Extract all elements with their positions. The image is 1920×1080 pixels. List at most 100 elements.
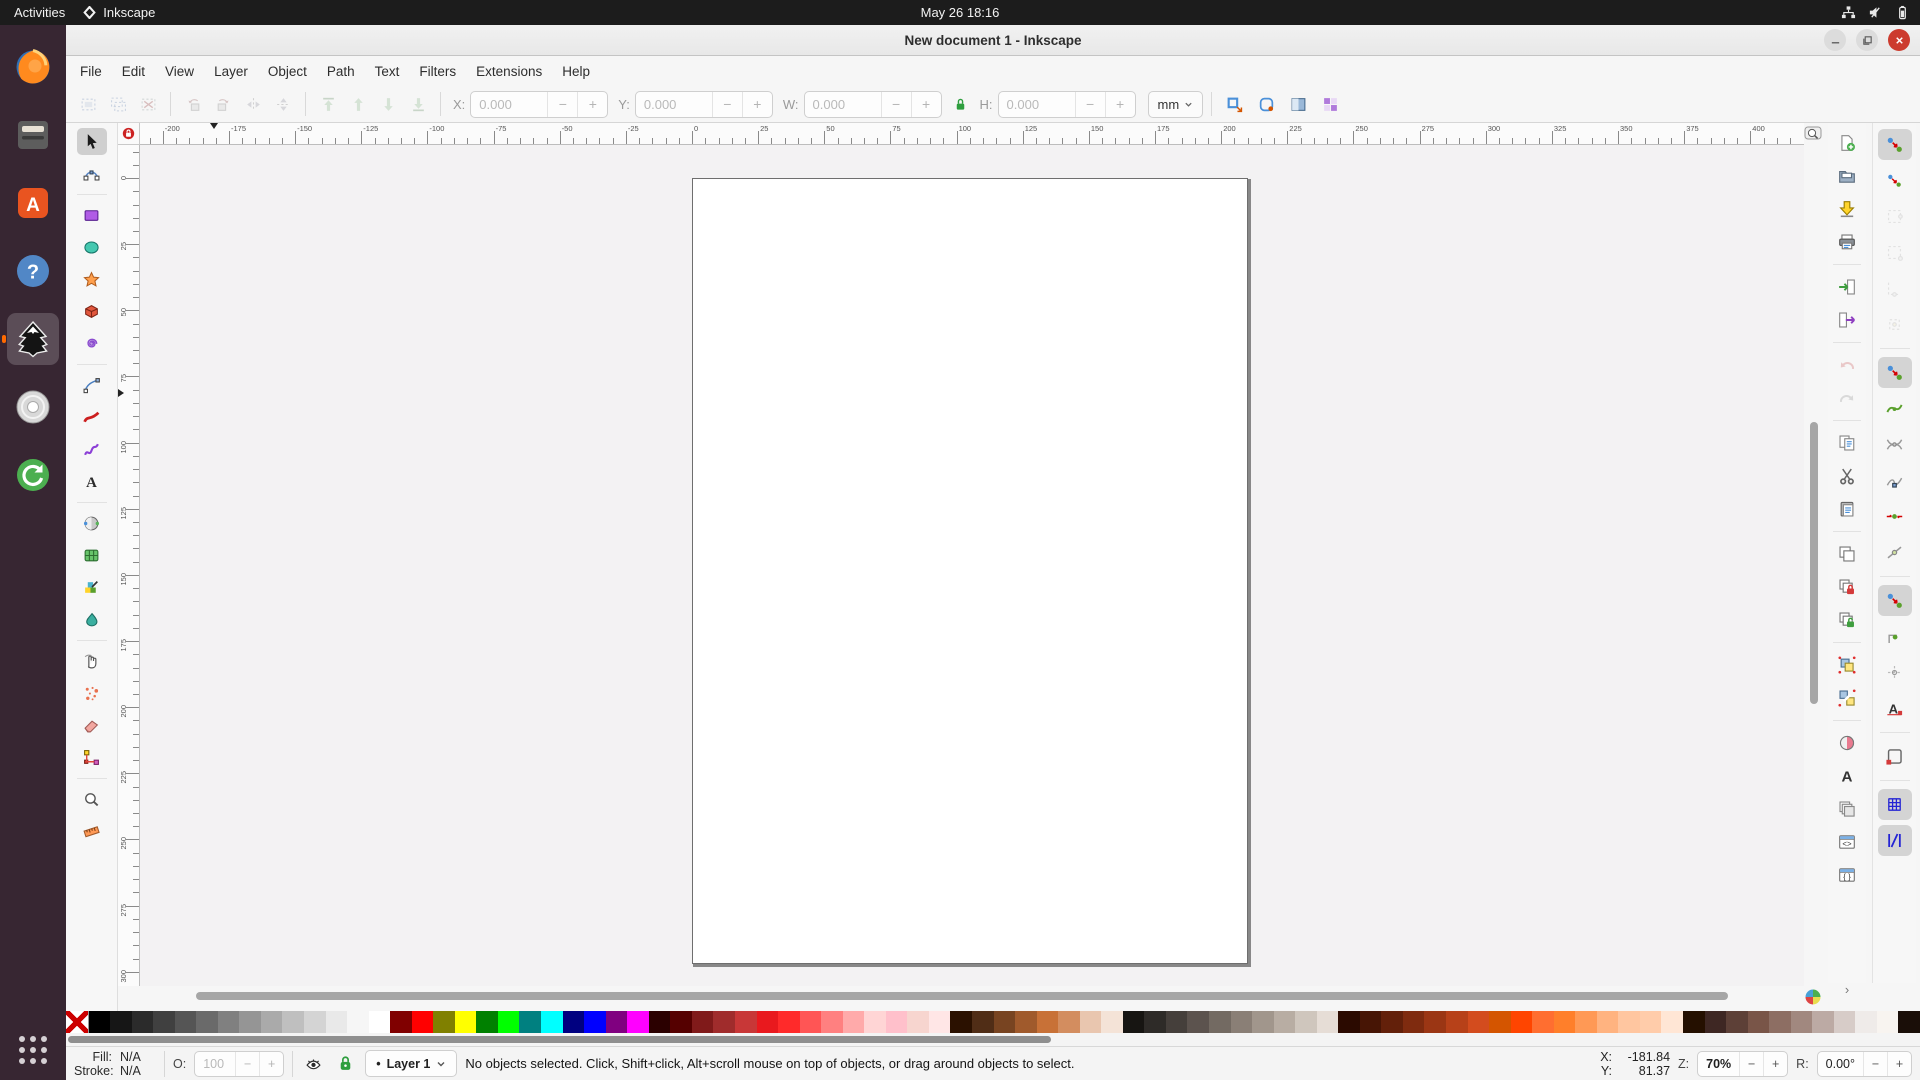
copy-button[interactable]	[1832, 429, 1862, 457]
redo-button[interactable]	[1832, 384, 1862, 412]
palette-swatch[interactable]	[1532, 1011, 1554, 1033]
tool-box-3d[interactable]	[77, 298, 107, 325]
app-menu[interactable]: Inkscape	[83, 5, 155, 20]
palette-swatch[interactable]	[800, 1011, 822, 1033]
tool-zoom[interactable]	[77, 786, 107, 813]
snap-guides-toggle[interactable]	[1878, 825, 1912, 856]
save-button[interactable]	[1832, 195, 1862, 223]
menu-filters[interactable]: Filters	[409, 59, 466, 84]
new-document-button[interactable]	[1832, 129, 1862, 157]
palette-swatch[interactable]	[843, 1011, 865, 1033]
rotate-ccw-button[interactable]	[179, 90, 207, 118]
activities-button[interactable]: Activities	[14, 5, 65, 20]
tool-selector[interactable]	[77, 128, 107, 155]
palette-swatch[interactable]	[1274, 1011, 1296, 1033]
lower-to-bottom-button[interactable]	[404, 90, 432, 118]
menu-extensions[interactable]: Extensions	[466, 59, 552, 84]
quick-zoom-button[interactable]	[1804, 124, 1822, 142]
palette-swatch[interactable]	[326, 1011, 348, 1033]
dock-item-ubuntu-software[interactable]: A	[7, 177, 59, 229]
tool-text[interactable]: A	[77, 468, 107, 495]
palette-swatch[interactable]	[390, 1011, 412, 1033]
vertical-scrollbar[interactable]	[1808, 145, 1820, 986]
height-increment-button[interactable]: +	[1105, 92, 1135, 117]
color-managed-view-toggle[interactable]	[1804, 988, 1822, 1006]
palette-swatch[interactable]	[1123, 1011, 1145, 1033]
palette-swatch[interactable]	[929, 1011, 951, 1033]
palette-swatch[interactable]	[1748, 1011, 1770, 1033]
menu-edit[interactable]: Edit	[112, 59, 155, 84]
snap-path-intersections-toggle[interactable]	[1878, 429, 1912, 460]
palette-swatch[interactable]	[1575, 1011, 1597, 1033]
palette-swatch-none[interactable]	[66, 1011, 89, 1033]
create-clone-button[interactable]	[1832, 573, 1862, 601]
zoom-increment-button[interactable]: +	[1763, 1052, 1787, 1076]
palette-swatch[interactable]	[821, 1011, 843, 1033]
snap-others-toggle[interactable]	[1878, 585, 1912, 616]
palette-swatch[interactable]	[713, 1011, 735, 1033]
dock-item-firefox[interactable]	[7, 41, 59, 93]
palette-swatch[interactable]	[89, 1011, 111, 1033]
palette-swatch[interactable]	[1511, 1011, 1533, 1033]
palette-swatch[interactable]	[239, 1011, 261, 1033]
print-button[interactable]	[1832, 228, 1862, 256]
palette-swatch[interactable]	[649, 1011, 671, 1033]
move-patterns-toggle[interactable]	[1316, 90, 1344, 118]
palette-swatch[interactable]	[1705, 1011, 1727, 1033]
layers-dialog-button[interactable]	[1832, 795, 1862, 823]
x-input[interactable]: 0.000	[471, 92, 547, 117]
palette-swatch[interactable]	[563, 1011, 585, 1033]
minimize-button[interactable]	[1824, 29, 1846, 51]
palette-swatch[interactable]	[886, 1011, 908, 1033]
zoom-decrement-button[interactable]: −	[1739, 1052, 1763, 1076]
close-button[interactable]	[1888, 29, 1910, 51]
dock-item-files[interactable]	[7, 109, 59, 161]
canvas[interactable]	[140, 145, 1804, 986]
paste-button[interactable]	[1832, 495, 1862, 523]
palette-swatch[interactable]	[1554, 1011, 1576, 1033]
dock-item-help[interactable]: ?	[7, 245, 59, 297]
unlink-clone-button[interactable]	[1832, 606, 1862, 634]
dock-item-media-player[interactable]	[7, 381, 59, 433]
page[interactable]	[692, 178, 1248, 964]
palette-swatch[interactable]	[196, 1011, 218, 1033]
palette-swatch[interactable]	[1424, 1011, 1446, 1033]
height-input[interactable]: 0.000	[999, 92, 1075, 117]
palette-swatch[interactable]	[1144, 1011, 1166, 1033]
horizontal-scrollbar[interactable]	[140, 987, 1804, 1005]
palette-swatch[interactable]	[476, 1011, 498, 1033]
palette-swatch[interactable]	[153, 1011, 175, 1033]
menu-view[interactable]: View	[155, 59, 204, 84]
menu-help[interactable]: Help	[552, 59, 600, 84]
palette-swatch[interactable]	[498, 1011, 520, 1033]
palette-swatch[interactable]	[1661, 1011, 1683, 1033]
palette-swatch[interactable]	[1403, 1011, 1425, 1033]
title-bar[interactable]: New document 1 - Inkscape	[66, 25, 1920, 56]
palette-swatch[interactable]	[1791, 1011, 1813, 1033]
palette-swatch[interactable]	[261, 1011, 283, 1033]
palette-swatch[interactable]	[864, 1011, 886, 1033]
menu-object[interactable]: Object	[258, 59, 317, 84]
snap-text-baseline-toggle[interactable]: A	[1878, 693, 1912, 724]
palette-swatch[interactable]	[606, 1011, 628, 1033]
palette-swatch[interactable]	[1058, 1011, 1080, 1033]
xml-editor-button[interactable]: <>	[1832, 828, 1862, 856]
snap-paths-toggle[interactable]	[1878, 393, 1912, 424]
ungroup-button[interactable]	[1832, 684, 1862, 712]
palette-swatch[interactable]	[1618, 1011, 1640, 1033]
x-increment-button[interactable]: +	[577, 92, 607, 117]
fill-stroke-dialog-button[interactable]	[1832, 729, 1862, 757]
tool-calligraphy[interactable]	[77, 404, 107, 431]
palette-swatch[interactable]	[1468, 1011, 1490, 1033]
palette-scrollbar[interactable]	[66, 1033, 1920, 1046]
palette-swatch[interactable]	[1317, 1011, 1339, 1033]
palette-swatch[interactable]	[282, 1011, 304, 1033]
palette-swatch[interactable]	[907, 1011, 929, 1033]
palette-swatch[interactable]	[1187, 1011, 1209, 1033]
raise-button[interactable]	[344, 90, 372, 118]
palette-swatch[interactable]	[1855, 1011, 1877, 1033]
snap-grid-toggle[interactable]	[1878, 789, 1912, 820]
y-increment-button[interactable]: +	[742, 92, 772, 117]
width-input[interactable]: 0.000	[805, 92, 881, 117]
palette-swatch[interactable]	[1338, 1011, 1360, 1033]
